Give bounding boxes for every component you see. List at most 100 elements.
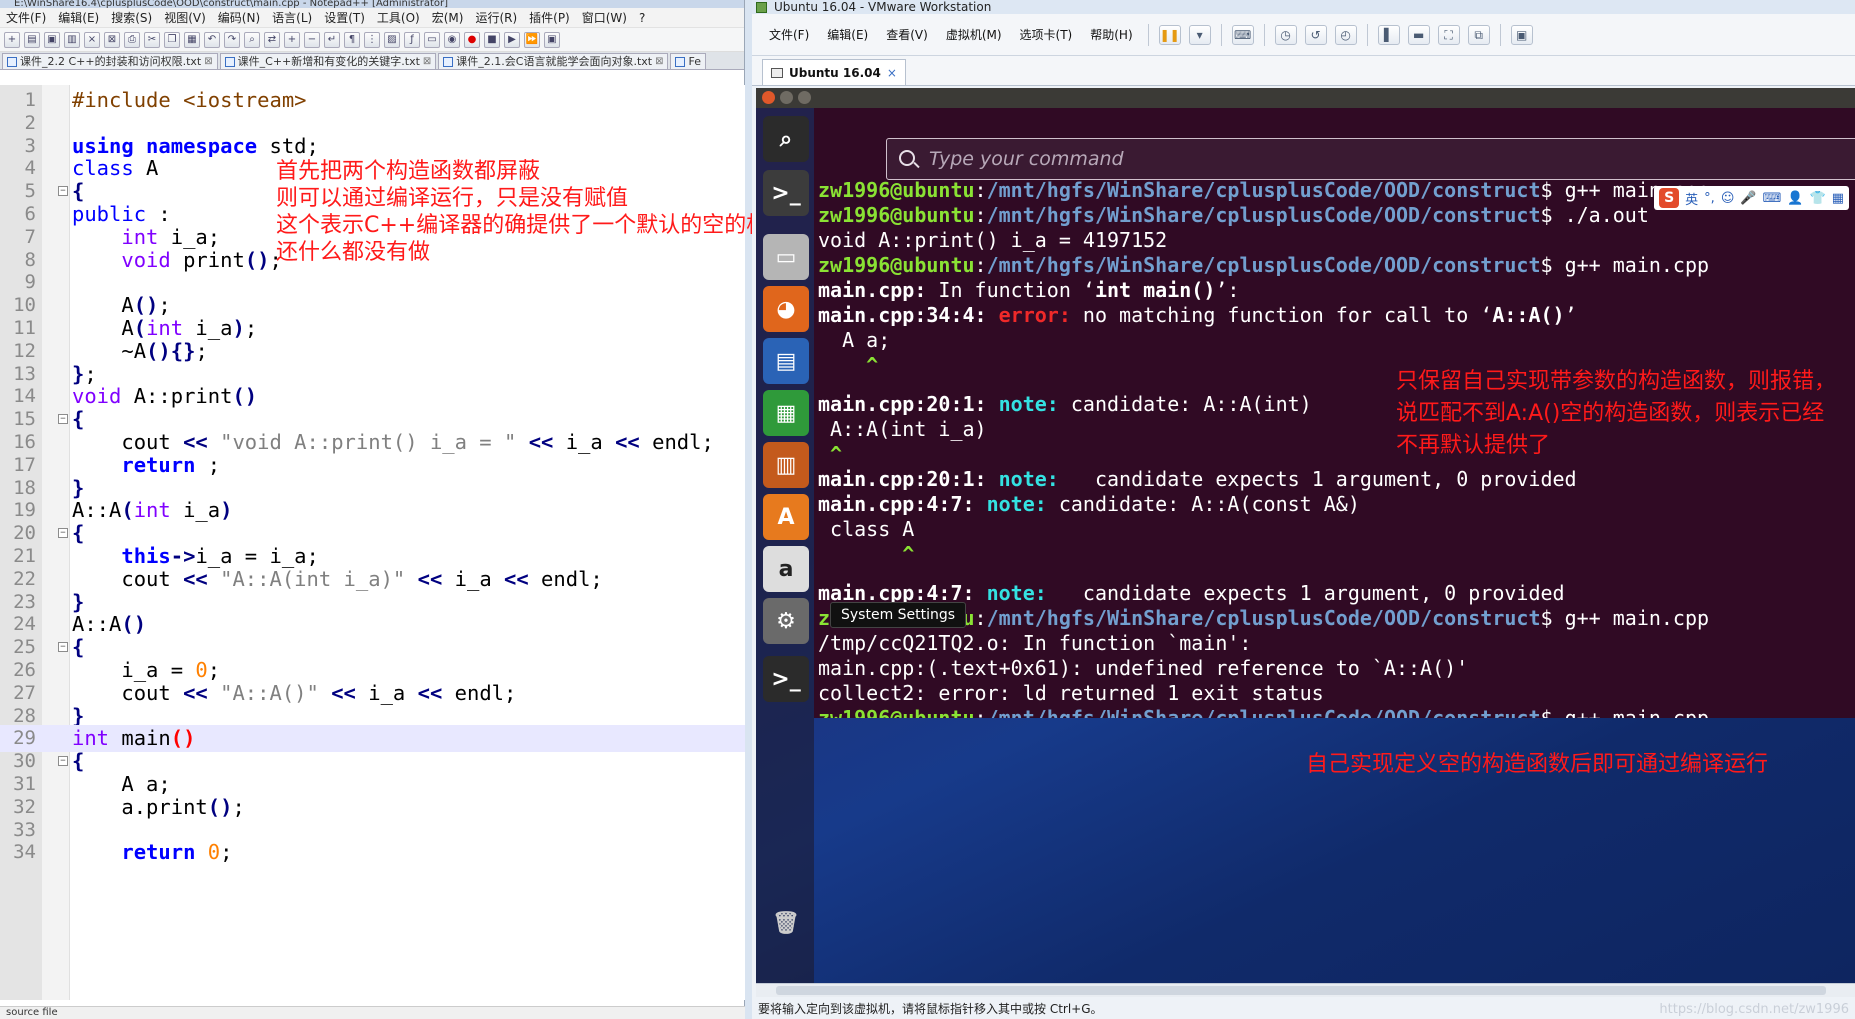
fold-toggle-icon[interactable]: − (58, 642, 68, 653)
zoom-in-icon[interactable]: + (284, 31, 300, 48)
full-screen-icon[interactable]: ⛶ (1437, 24, 1460, 45)
punctuation-icon[interactable]: °, (1704, 191, 1715, 206)
menu-item[interactable]: 编辑(E) (52, 9, 105, 26)
menu-item[interactable]: 帮助(H) (1081, 26, 1141, 43)
close-tab-icon[interactable]: × (887, 66, 897, 80)
fold-toggle-icon[interactable]: − (58, 186, 68, 197)
close-tab-icon[interactable]: ⊠ (423, 55, 431, 69)
file-tab[interactable]: Fe (670, 53, 706, 69)
skin-icon[interactable]: 👕 (1810, 191, 1826, 206)
window-maximize-icon[interactable] (798, 91, 811, 104)
menu-item[interactable]: 虚拟机(M) (937, 26, 1011, 43)
guest-screen[interactable]: ⌕ >_ ▭ ◕ ▤ ▦ ▥ Aa ⚙ >_ 🗑 Type your command zw1996@… (756, 88, 1855, 983)
close-tab-icon[interactable]: ⊠ (204, 55, 212, 69)
file-tab[interactable]: 课件_2.1.会C语言就能学会面向对象.txt ⊠ (438, 53, 669, 69)
menu-item[interactable]: 编辑(E) (818, 26, 877, 43)
scrollbar-thumb[interactable] (776, 986, 1826, 995)
user-icon[interactable]: 👤 (1787, 191, 1803, 206)
menu-item[interactable]: 运行(R) (469, 9, 523, 26)
monitor-icon[interactable]: ◉ (444, 31, 460, 48)
send-ctrl-alt-del-icon[interactable]: ⌨ (1231, 24, 1254, 45)
search-icon[interactable]: ⌕ (763, 116, 809, 162)
toolbox-icon[interactable]: ▦ (1832, 191, 1844, 206)
save-all-icon[interactable]: ▥ (64, 31, 80, 48)
window-minimize-icon[interactable] (780, 91, 793, 104)
dropdown-chevron-icon[interactable]: ▾ (1188, 24, 1211, 45)
paste-icon[interactable]: ▦ (184, 31, 200, 48)
word-wrap-icon[interactable]: ↵ (324, 31, 340, 48)
software-center-icon[interactable]: A (763, 494, 809, 540)
menu-item[interactable]: 文件(F) (0, 9, 52, 26)
play-macro-icon[interactable]: ▶ (504, 31, 520, 48)
pause-icon[interactable]: ❚❚ (1158, 24, 1181, 45)
menu-item[interactable]: 插件(P) (523, 9, 576, 26)
find-icon[interactable]: ⌕ (244, 31, 260, 48)
terminal-icon[interactable]: >_ (763, 170, 809, 216)
undo-icon[interactable]: ↶ (204, 31, 220, 48)
redo-icon[interactable]: ↷ (224, 31, 240, 48)
microphone-icon[interactable]: 🎤 (1740, 191, 1756, 206)
file-tab[interactable]: 课件_2.2 C++的封装和访问权限.txt ⊠ (2, 53, 218, 69)
fold-toggle-icon[interactable]: − (58, 756, 68, 767)
stop-macro-icon[interactable]: ■ (484, 31, 500, 48)
files-icon[interactable]: ▭ (763, 234, 809, 280)
tab-ubuntu[interactable]: Ubuntu 16.04 × (762, 59, 906, 85)
zoom-out-icon[interactable]: − (304, 31, 320, 48)
folder-icon[interactable]: ▭ (424, 31, 440, 48)
menu-item[interactable]: 编码(N) (212, 9, 266, 26)
menu-item[interactable]: 选项卡(T) (1011, 26, 1082, 43)
ime-language-label[interactable]: 英 (1685, 189, 1698, 208)
menu-item[interactable]: 视图(V) (158, 9, 212, 26)
horizontal-scrollbar[interactable] (756, 983, 1855, 997)
snapshot-manager-icon[interactable]: ◴ (1334, 24, 1357, 45)
emoji-icon[interactable]: ☺ (1721, 191, 1735, 206)
menu-item[interactable]: ? (633, 11, 651, 25)
function-list-icon[interactable]: ƒ (404, 31, 420, 48)
save-icon[interactable]: ▣ (44, 31, 60, 48)
calc-icon[interactable]: ▦ (763, 390, 809, 436)
copy-icon[interactable]: ❐ (164, 31, 180, 48)
snapshot-icon[interactable]: ◷ (1274, 24, 1297, 45)
doc-map-icon[interactable]: ▨ (384, 31, 400, 48)
print-icon[interactable]: ⎙ (124, 31, 140, 48)
menu-item[interactable]: 宏(M) (426, 9, 470, 26)
system-settings-icon[interactable]: ⚙ (763, 598, 809, 644)
new-file-icon[interactable]: + (4, 31, 20, 48)
amazon-icon[interactable]: a (763, 546, 809, 592)
file-tab[interactable]: 课件_C++新增和有变化的关键字.txt ⊠ (219, 53, 437, 69)
library-view-icon[interactable]: ▌ (1377, 24, 1400, 45)
cut-icon[interactable]: ✂ (144, 31, 160, 48)
thumbnail-view-icon[interactable]: ▬ (1407, 24, 1430, 45)
dash-search-input[interactable]: Type your command (886, 138, 1855, 180)
impress-icon[interactable]: ▥ (763, 442, 809, 488)
revert-snapshot-icon[interactable]: ↺ (1304, 24, 1327, 45)
close-tab-icon[interactable]: ⊠ (655, 55, 663, 69)
close-all-icon[interactable]: ⊠ (104, 31, 120, 48)
record-macro-icon[interactable]: ● (464, 31, 480, 48)
run-macro-multiple-icon[interactable]: ⏩ (524, 31, 540, 48)
unity-icon[interactable]: ⧉ (1467, 24, 1490, 45)
replace-icon[interactable]: ⇄ (264, 31, 280, 48)
trash-icon[interactable]: 🗑 (763, 900, 809, 946)
menu-item[interactable]: 窗口(W) (576, 9, 633, 26)
terminal-icon[interactable]: >_ (763, 656, 809, 702)
fold-toggle-icon[interactable]: − (58, 528, 68, 539)
ime-toolbar[interactable]: S 英 °, ☺ 🎤 ⌨ 👤 👕 ▦ (1654, 186, 1849, 210)
close-icon[interactable]: × (84, 31, 100, 48)
menu-item[interactable]: 工具(O) (371, 9, 426, 26)
code-line[interactable]: 34 return 0; (0, 839, 745, 866)
save-macro-icon[interactable]: ▣ (544, 31, 560, 48)
writer-icon[interactable]: ▤ (763, 338, 809, 384)
menu-item[interactable]: 搜索(S) (105, 9, 158, 26)
console-view-icon[interactable]: ▣ (1510, 24, 1533, 45)
window-close-icon[interactable] (762, 91, 775, 104)
fold-toggle-icon[interactable]: − (58, 414, 68, 425)
indent-guide-icon[interactable]: ⋮ (364, 31, 380, 48)
show-all-chars-icon[interactable]: ¶ (344, 31, 360, 48)
menu-item[interactable]: 文件(F) (760, 26, 818, 43)
menu-item[interactable]: 查看(V) (877, 26, 937, 43)
keyboard-icon[interactable]: ⌨ (1763, 191, 1782, 206)
menu-item[interactable]: 语言(L) (266, 9, 318, 26)
open-file-icon[interactable]: ▤ (24, 31, 40, 48)
firefox-icon[interactable]: ◕ (763, 286, 809, 332)
